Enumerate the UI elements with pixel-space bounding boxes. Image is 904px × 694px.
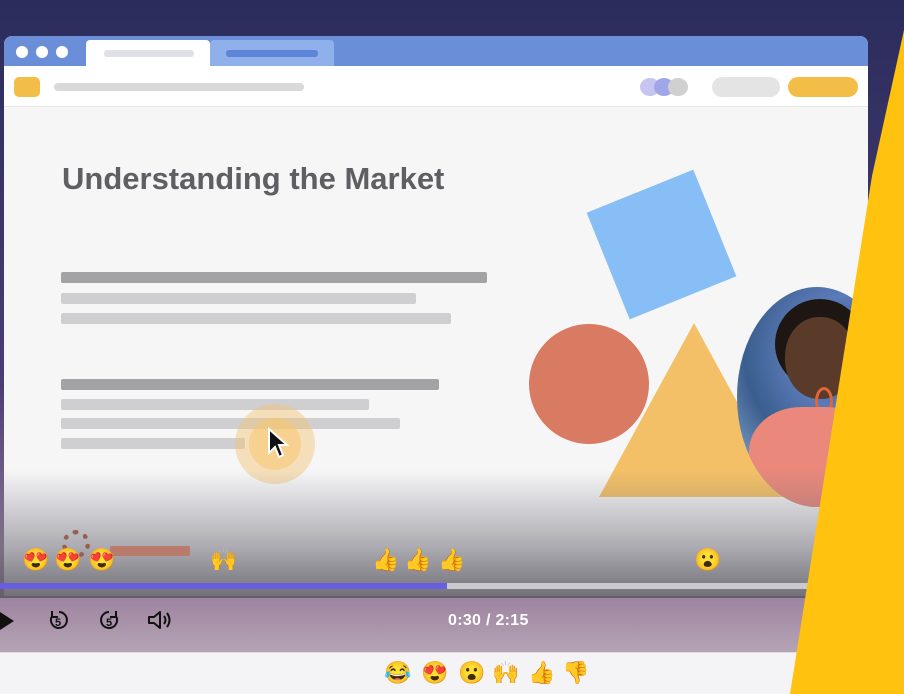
timeline-reaction-icon[interactable]: 😍	[88, 548, 115, 572]
time-separator: /	[481, 612, 496, 629]
placeholder-cta-button	[788, 77, 858, 97]
play-button[interactable]	[0, 612, 14, 630]
progress-fill[interactable]	[0, 583, 447, 589]
text-placeholder-line	[110, 546, 190, 556]
player-controls-overlay	[0, 470, 904, 598]
timeline-reaction-icon[interactable]: 👍	[438, 548, 465, 572]
timeline-reaction-icon[interactable]: 😍	[22, 548, 49, 572]
reaction-thumbs-down-button[interactable]: 👎	[562, 660, 589, 686]
reaction-thumbs-up-button[interactable]: 👍	[528, 660, 555, 686]
video-player-stage: Understanding the Market 😍 😍 😍 🙌 👍 👍 👍 😮…	[0, 0, 904, 694]
volume-button[interactable]	[146, 609, 174, 636]
timeline-reaction-icon[interactable]: 👍	[372, 548, 399, 572]
placeholder-button	[712, 77, 780, 97]
text-placeholder-line	[61, 418, 400, 429]
reaction-heart-eyes-button[interactable]: 😍	[421, 660, 448, 686]
blue-square-shape	[586, 169, 737, 320]
mouse-pointer-icon	[268, 427, 290, 459]
app-logo-icon	[14, 77, 40, 97]
duration: 2:15	[495, 612, 529, 629]
presenter-face	[785, 317, 855, 399]
rewind-seconds: 5	[55, 617, 62, 629]
current-time: 0:30	[448, 612, 482, 629]
browser-tab	[86, 40, 210, 66]
text-placeholder-line	[61, 438, 245, 449]
browser-tab-bar	[4, 36, 868, 66]
text-placeholder-line	[61, 272, 487, 283]
window-dot-icon	[36, 46, 48, 58]
avatar	[668, 78, 688, 96]
timeline-reaction-icon[interactable]: 🙌	[210, 548, 237, 572]
text-placeholder-line	[61, 399, 369, 410]
rewind-button[interactable]: 5	[48, 609, 70, 636]
forward-button[interactable]: 5	[98, 609, 120, 636]
timeline-reaction-icon[interactable]: 👍	[404, 548, 431, 572]
reaction-bar	[0, 652, 904, 694]
url-placeholder	[54, 83, 304, 91]
reaction-wow-button[interactable]: 😮	[458, 660, 485, 686]
slide-title: Understanding the Market	[62, 161, 445, 196]
forward-seconds: 5	[106, 617, 113, 629]
timeline-reaction-icon[interactable]: 😍	[54, 548, 81, 572]
reaction-laugh-button[interactable]: 😂	[384, 660, 411, 686]
window-dot-icon	[56, 46, 68, 58]
browser-tab-active	[210, 40, 334, 66]
timeline-reaction-icon[interactable]: 😮	[694, 548, 721, 572]
browser-address-bar	[4, 66, 868, 107]
time-display: 0:30 / 2:15	[448, 612, 529, 630]
reaction-raised-hands-button[interactable]: 🙌	[492, 660, 519, 686]
volume-icon	[148, 611, 171, 629]
text-placeholder-line	[61, 379, 439, 390]
text-placeholder-line	[61, 293, 416, 304]
window-dot-icon	[16, 46, 28, 58]
text-placeholder-line	[61, 313, 451, 324]
